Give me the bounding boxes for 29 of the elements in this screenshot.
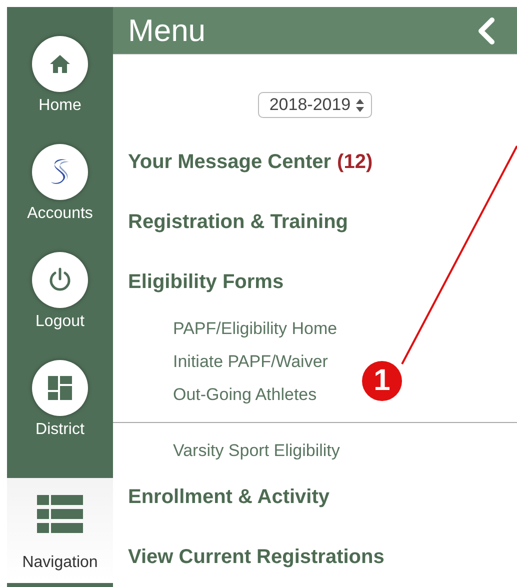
back-chevron-icon[interactable] xyxy=(477,16,495,44)
sidebar-label: Accounts xyxy=(27,205,93,223)
menu-heading[interactable]: Enrollment & Activity xyxy=(113,467,517,527)
sidebar-item[interactable]: Home xyxy=(7,29,113,137)
menu-title: Menu xyxy=(128,12,206,48)
power-icon xyxy=(48,267,72,293)
sidebar-item[interactable]: Logout xyxy=(7,245,113,353)
menu-link[interactable]: PAPF/Eligibility Home xyxy=(173,318,338,338)
sidebar-item[interactable]: Accounts xyxy=(7,137,113,245)
menu-link[interactable]: Initiate PAPF/Waiver xyxy=(173,352,328,372)
home-icon xyxy=(49,54,71,74)
logo-icon xyxy=(49,157,71,187)
updown-icon xyxy=(356,98,364,112)
sidebar-item[interactable]: District xyxy=(7,353,113,461)
dashboard-icon xyxy=(48,376,72,400)
menu-link[interactable]: Out-Going Athletes xyxy=(173,384,317,404)
sidebar-label: Navigation xyxy=(22,554,98,572)
message-count: (12) xyxy=(337,151,373,173)
menu-heading[interactable]: View Current Registrations xyxy=(113,527,517,587)
menu-heading[interactable]: Registration & Training xyxy=(113,192,517,252)
callout-badge: 1 xyxy=(362,361,402,401)
menu-link[interactable]: Varsity Sport Eligibility xyxy=(173,440,340,460)
sidebar-label: Logout xyxy=(36,313,84,331)
menu-heading[interactable]: Eligibility Forms xyxy=(113,252,517,312)
menu-heading[interactable]: Your Message Center (12) xyxy=(113,132,517,192)
sidebar-label: Home xyxy=(38,97,82,115)
list-icon xyxy=(37,495,83,533)
sidebar-label: District xyxy=(36,421,84,439)
year-select[interactable]: 2018-2019 xyxy=(258,92,372,118)
